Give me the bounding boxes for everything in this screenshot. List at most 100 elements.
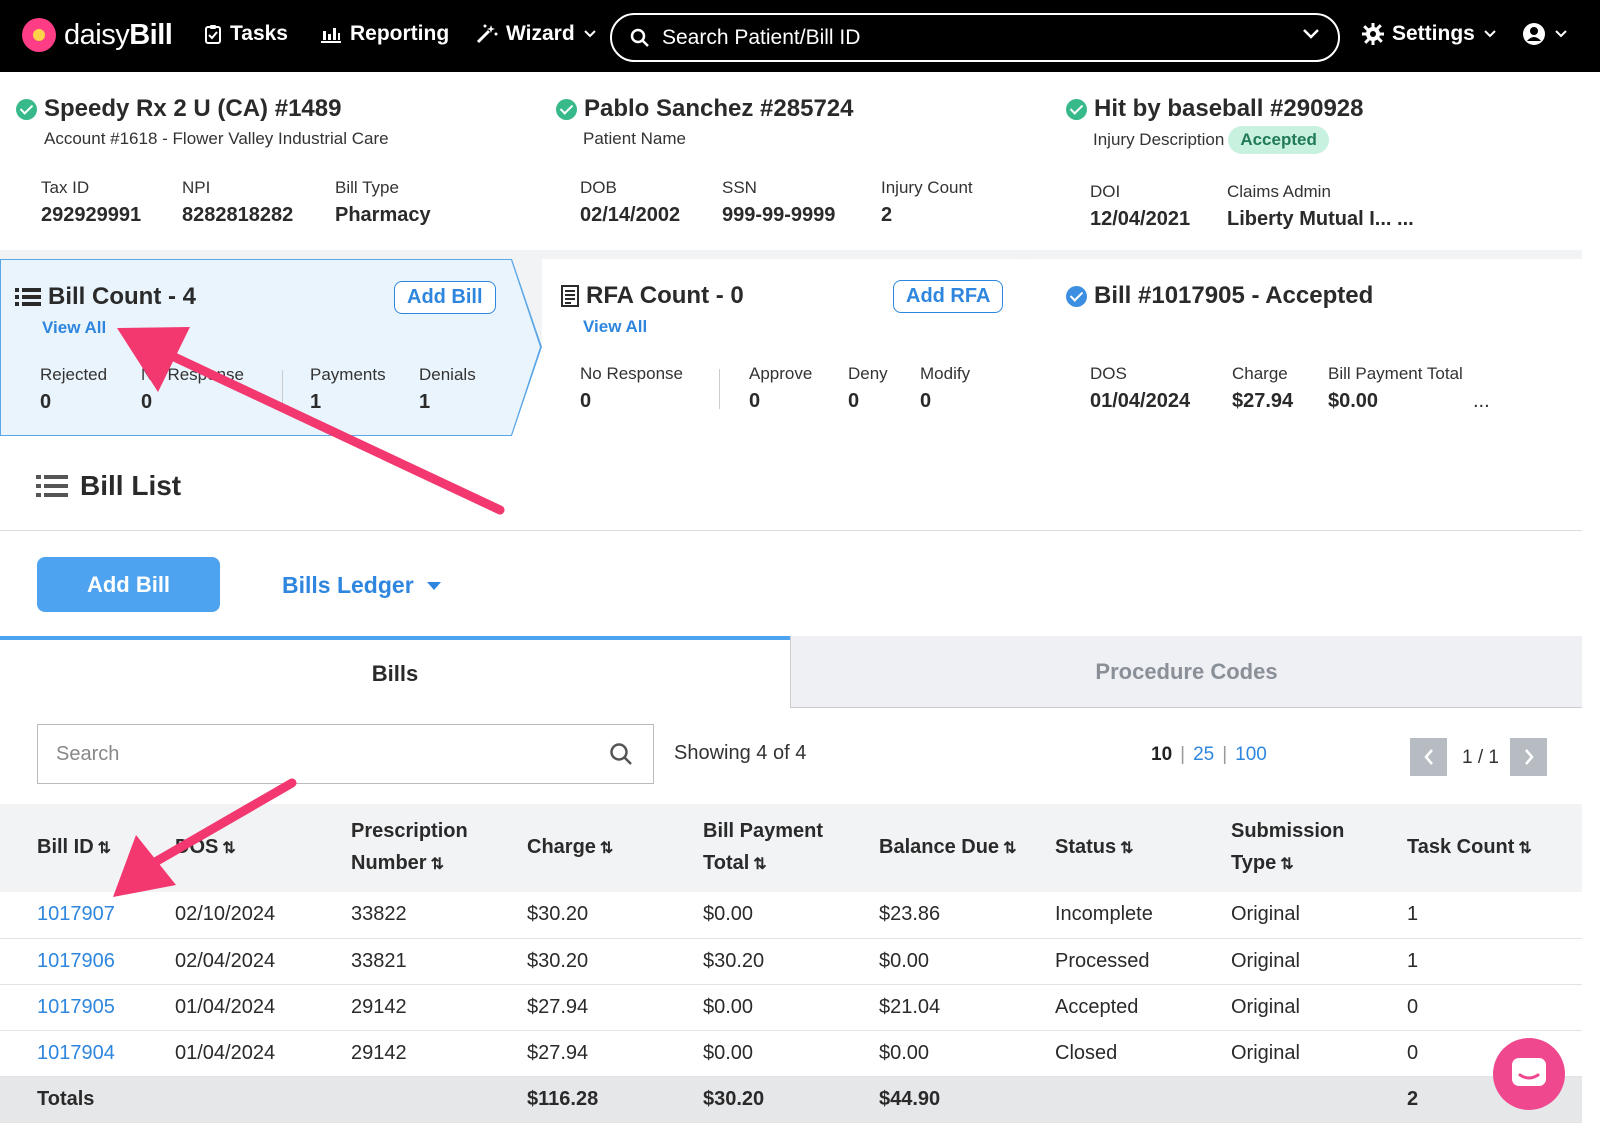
nav-tasks[interactable]: Tasks xyxy=(204,22,288,46)
chat-launcher-button[interactable] xyxy=(1493,1038,1565,1110)
field-label: Denials xyxy=(419,365,476,384)
chevron-down-icon xyxy=(1555,30,1567,38)
user-circle-icon xyxy=(1523,23,1545,45)
gear-icon xyxy=(1362,23,1384,45)
table-cell: $23.86 xyxy=(879,903,941,926)
field-value: 1 xyxy=(419,391,431,413)
caret-down-icon xyxy=(426,581,441,590)
totals-cell: $44.90 xyxy=(879,1087,941,1110)
field-label: Deny xyxy=(848,364,888,383)
page-size-option[interactable]: 25 xyxy=(1193,744,1214,766)
totals-cell xyxy=(1194,1076,1370,1122)
search-icon[interactable] xyxy=(609,742,633,766)
daisybill-logo[interactable]: daisyBill xyxy=(22,18,173,52)
table-cell: Original xyxy=(1231,903,1300,926)
sort-icon[interactable]: ⇅ xyxy=(600,840,613,857)
add-rfa-button[interactable]: Add RFA xyxy=(893,280,1004,313)
next-page-button[interactable] xyxy=(1510,738,1547,776)
provider-title: Speedy Rx 2 U (CA) #1489 xyxy=(44,95,342,122)
patient-card[interactable]: Pablo Sanchez #285724 Patient Name DOB 0… xyxy=(512,72,1053,250)
table-cell: $0.00 xyxy=(703,1041,754,1064)
table-cell: $30.20 xyxy=(527,903,589,926)
field-value: 0 xyxy=(141,391,153,413)
column-header[interactable]: DOS ⇅ xyxy=(138,804,314,892)
field-label: Modify xyxy=(920,364,971,383)
field-label: Approve xyxy=(749,364,813,383)
rfa-view-all-link[interactable]: View All xyxy=(583,317,647,337)
brand-name-bold: Bill xyxy=(129,18,173,51)
bill-id-link[interactable]: 1017906 xyxy=(0,938,138,984)
nav-reporting[interactable]: Reporting xyxy=(320,22,449,46)
column-header-label: Prescription xyxy=(351,820,468,842)
rfa-count-card[interactable]: RFA Count - 0 View All Add RFA No Respon… xyxy=(512,259,1053,436)
column-header[interactable]: Status ⇅ xyxy=(1018,804,1194,892)
chevron-down-icon[interactable] xyxy=(1302,27,1320,41)
column-header-label: Submission xyxy=(1231,820,1345,842)
nav-settings[interactable]: Settings xyxy=(1362,22,1497,46)
column-header[interactable]: Bill ID ⇅ xyxy=(0,804,138,892)
table-cell: 02/10/2024 xyxy=(175,903,276,926)
column-header[interactable]: Charge ⇅ xyxy=(490,804,666,892)
field-label: DOI xyxy=(1090,182,1121,201)
column-header-label: Total xyxy=(703,852,750,874)
column-header-label: Task Count xyxy=(1407,836,1515,858)
field-label: Injury Count xyxy=(881,178,973,197)
page-size-option[interactable]: 100 xyxy=(1235,744,1267,766)
column-header-label: Type xyxy=(1231,852,1277,874)
table-cell: $0.00 xyxy=(703,903,754,926)
tab-bills[interactable]: Bills xyxy=(0,636,790,708)
bill-search-input[interactable]: Search xyxy=(37,724,654,784)
column-header[interactable]: Balance Due ⇅ xyxy=(842,804,1018,892)
chevron-right-icon xyxy=(1524,749,1534,765)
bills-ledger-dropdown[interactable]: Bills Ledger xyxy=(282,572,442,599)
bill-id-link[interactable]: 1017905 xyxy=(0,984,138,1030)
field-label: No Response xyxy=(141,365,245,384)
sort-icon[interactable]: ⇅ xyxy=(1280,856,1293,873)
table-cell: Original xyxy=(1231,949,1300,972)
chat-icon xyxy=(1512,1058,1546,1086)
totals-cell xyxy=(314,1076,490,1122)
field-label: SSN xyxy=(722,178,757,197)
field-label: Bill Type xyxy=(335,178,399,197)
column-header[interactable]: Task Count ⇅ xyxy=(1370,804,1582,892)
patient-bill-search[interactable]: Search Patient/Bill ID xyxy=(610,13,1340,62)
chevron-down-icon xyxy=(583,30,596,38)
nav-user-menu[interactable] xyxy=(1522,22,1568,46)
bill-count-card[interactable]: Bill Count - 4 View All Add Bill Rejecte… xyxy=(1,260,540,435)
injury-card[interactable]: Hit by baseball #290928 Injury Descripti… xyxy=(1023,72,1582,250)
sort-icon[interactable]: ⇅ xyxy=(431,856,444,873)
sort-icon[interactable]: ⇅ xyxy=(1518,840,1531,857)
bill-id-link[interactable]: 1017907 xyxy=(0,892,138,938)
totals-cell: $30.20 xyxy=(703,1087,765,1110)
sort-icon[interactable]: ⇅ xyxy=(1003,840,1016,857)
check-circle-icon xyxy=(1066,98,1087,120)
chevron-left-icon xyxy=(1423,749,1433,765)
divider xyxy=(0,530,1582,531)
sort-icon[interactable]: ⇅ xyxy=(222,840,235,857)
more-ellipsis[interactable]: ... xyxy=(1473,390,1490,413)
column-header-label: Balance Due xyxy=(879,836,1000,858)
sort-icon[interactable]: ⇅ xyxy=(98,840,111,857)
sort-icon[interactable]: ⇅ xyxy=(753,856,766,873)
field-label: DOS xyxy=(1090,364,1127,383)
bill-count-view-all-link[interactable]: View All xyxy=(42,318,106,338)
provider-account: Account #1618 - Flower Valley Industrial… xyxy=(44,129,389,148)
sort-icon[interactable]: ⇅ xyxy=(1120,840,1133,857)
tab-procedure-codes[interactable]: Procedure Codes xyxy=(790,636,1582,708)
field-value: 2 xyxy=(881,204,893,226)
table-cell: 33822 xyxy=(351,903,407,926)
field-value: $0.00 xyxy=(1328,390,1379,412)
add-bill-button[interactable]: Add Bill xyxy=(37,557,220,612)
column-header[interactable]: Submission Type ⇅ xyxy=(1194,804,1370,892)
page-size-option[interactable]: 10 xyxy=(1151,744,1172,766)
prev-page-button[interactable] xyxy=(1410,738,1447,776)
add-bill-card-button[interactable]: Add Bill xyxy=(394,281,496,314)
nav-wizard[interactable]: Wizard xyxy=(476,22,597,46)
provider-card[interactable]: Speedy Rx 2 U (CA) #1489 Account #1618 -… xyxy=(0,72,542,250)
column-header[interactable]: Prescription Number ⇅ xyxy=(314,804,490,892)
column-header[interactable]: Bill Payment Total ⇅ xyxy=(666,804,842,892)
showing-count: Showing 4 of 4 xyxy=(674,742,807,764)
page-indicator: 1 / 1 xyxy=(1462,747,1499,768)
bill-detail-card[interactable]: Bill #1017905 - Accepted DOS 01/04/2024 … xyxy=(1023,259,1582,436)
bill-id-link[interactable]: 1017904 xyxy=(0,1030,138,1076)
